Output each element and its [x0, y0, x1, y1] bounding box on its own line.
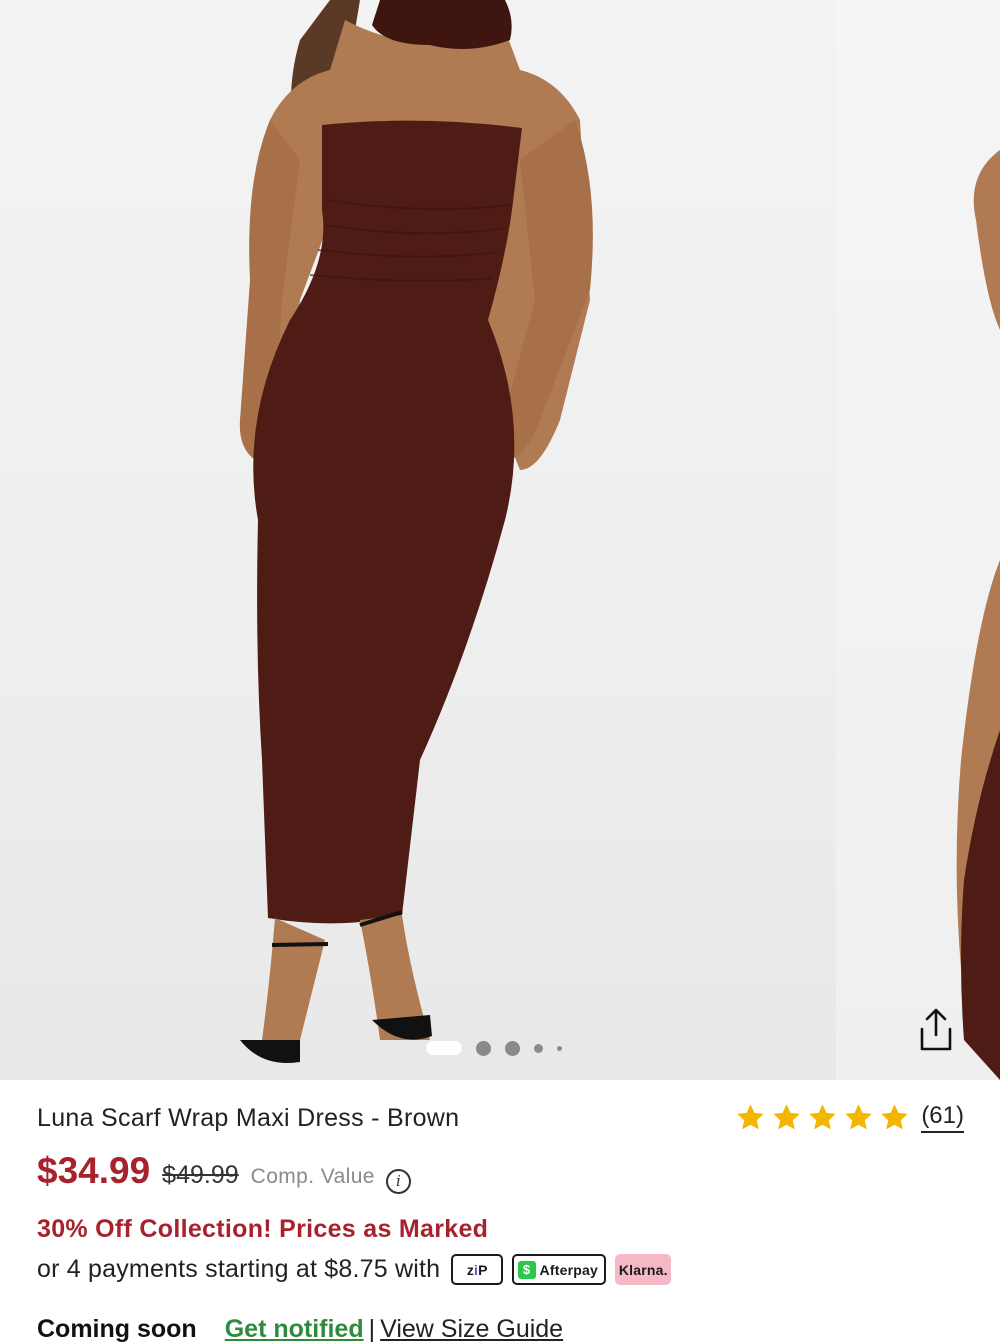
availability-status: Coming soon: [37, 1315, 197, 1343]
star-icon: [881, 1104, 908, 1130]
zip-logo-z: z: [466, 1261, 475, 1278]
installment-text: or 4 payments starting at $8.75 with: [37, 1255, 441, 1283]
gallery-pagination[interactable]: [426, 1040, 562, 1056]
next-image-preview: [956, 150, 1000, 1080]
star-icon: [845, 1104, 872, 1130]
installment-payments: or 4 payments starting at $8.75 with ziP…: [37, 1254, 672, 1285]
review-count-link[interactable]: (61): [921, 1102, 964, 1133]
star-icon: [737, 1104, 764, 1130]
price-row: $34.99 $49.99 Comp. Value i: [37, 1150, 411, 1194]
availability-row: Coming soon Get notified | View Size Gui…: [37, 1315, 563, 1344]
star-icon: [773, 1104, 800, 1130]
pagination-dot-active[interactable]: [426, 1041, 462, 1055]
star-icon: [809, 1104, 836, 1130]
promo-message: 30% Off Collection! Prices as Marked: [37, 1215, 489, 1243]
pagination-dot[interactable]: [505, 1040, 520, 1056]
pagination-dot[interactable]: [557, 1045, 562, 1051]
get-notified-link[interactable]: Get notified: [225, 1315, 364, 1344]
dress-model-illustration: [239, 0, 593, 1064]
divider: |: [368, 1315, 376, 1343]
pagination-dot[interactable]: [534, 1043, 543, 1053]
share-button[interactable]: [906, 1000, 966, 1060]
product-info-panel: Luna Scarf Wrap Maxi Dress - Brown (61) …: [0, 1080, 1000, 1343]
rating-summary[interactable]: (61): [735, 1102, 964, 1133]
sale-price: $34.99: [37, 1150, 151, 1191]
original-price: $49.99: [162, 1161, 239, 1189]
afterpay-badge[interactable]: $ Afterpay: [512, 1254, 607, 1285]
product-image[interactable]: [0, 0, 836, 1080]
zip-badge[interactable]: ziP: [451, 1254, 504, 1285]
pagination-dot[interactable]: [476, 1040, 491, 1056]
share-icon: [920, 1008, 952, 1051]
size-guide-link[interactable]: View Size Guide: [380, 1315, 563, 1344]
product-title: Luna Scarf Wrap Maxi Dress - Brown: [37, 1104, 460, 1132]
afterpay-logo-icon: $: [517, 1260, 536, 1279]
zip-logo-p: P: [478, 1261, 488, 1278]
product-image-gallery[interactable]: [0, 0, 1000, 1080]
info-icon[interactable]: i: [385, 1168, 411, 1194]
klarna-badge[interactable]: Klarna.: [615, 1254, 672, 1285]
next-product-image[interactable]: [836, 0, 1000, 1080]
comp-value-label: Comp. Value: [250, 1165, 375, 1188]
afterpay-label: Afterpay: [539, 1261, 598, 1278]
